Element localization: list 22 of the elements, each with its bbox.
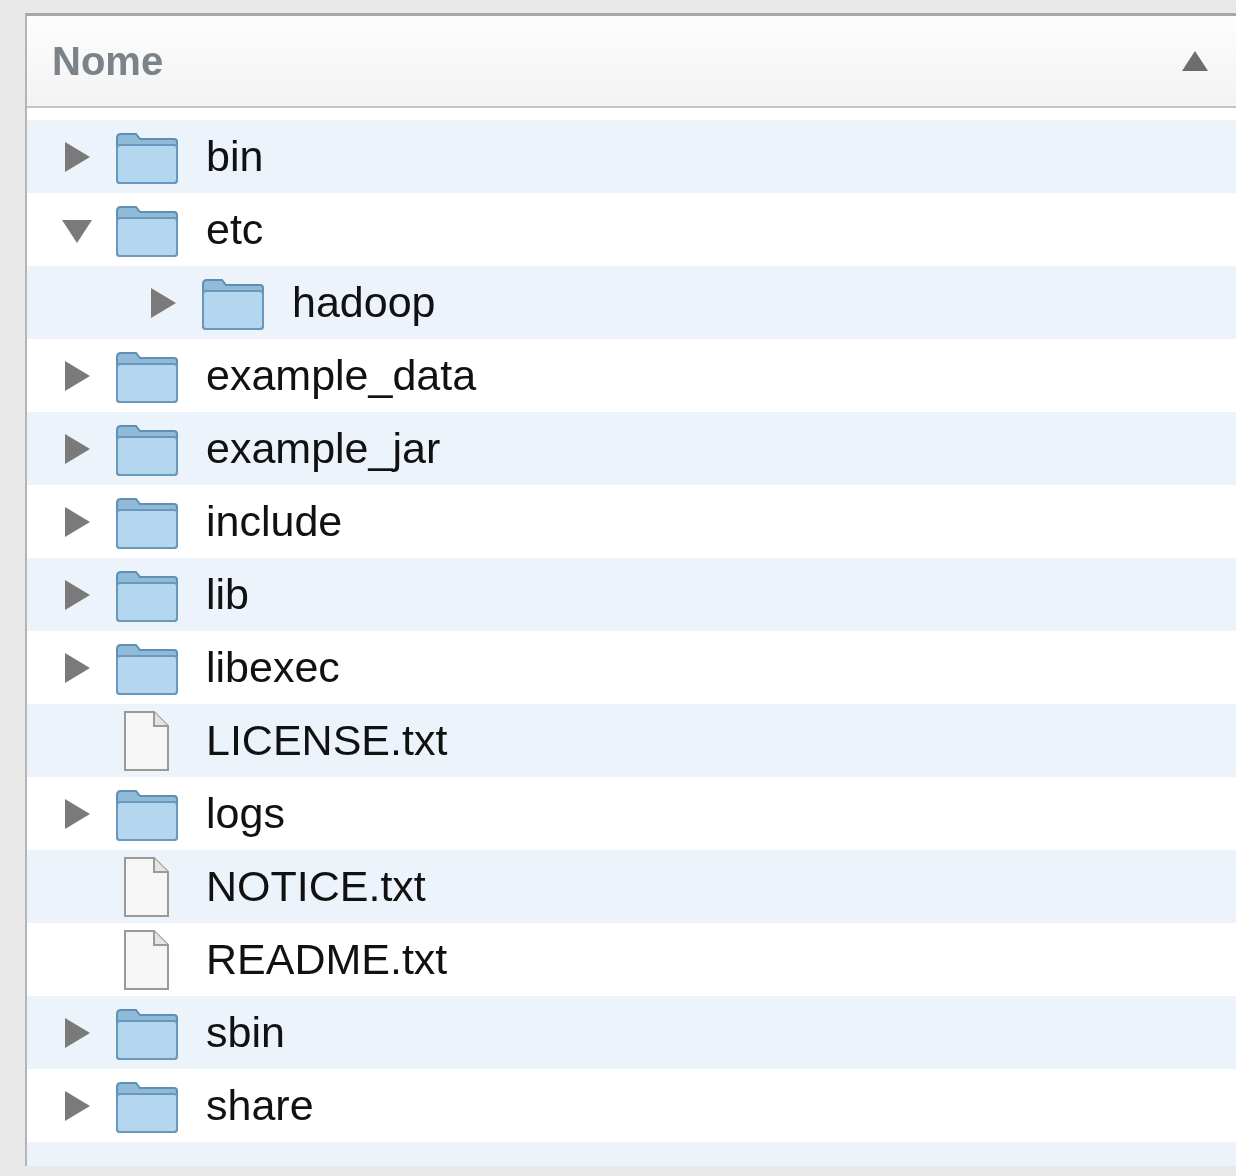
file-name: example_data bbox=[206, 351, 477, 400]
file-row[interactable]: example_jar bbox=[27, 412, 1236, 485]
file-name: LICENSE.txt bbox=[206, 716, 448, 765]
file-row[interactable]: bin bbox=[27, 120, 1236, 193]
file-name: NOTICE.txt bbox=[206, 862, 426, 911]
file-name: bin bbox=[206, 132, 264, 181]
column-title: Nome bbox=[52, 38, 164, 84]
file-name: lib bbox=[206, 570, 250, 619]
file-name: include bbox=[206, 497, 343, 546]
file-row[interactable]: LICENSE.txt bbox=[27, 704, 1236, 777]
file-row[interactable]: NOTICE.txt bbox=[27, 850, 1236, 923]
file-name: logs bbox=[206, 789, 285, 838]
file-name: sbin bbox=[206, 1008, 285, 1057]
file-name: hadoop bbox=[292, 278, 436, 327]
file-name: libexec bbox=[206, 643, 340, 692]
file-name: share bbox=[206, 1081, 314, 1130]
file-row[interactable]: hadoop bbox=[27, 266, 1236, 339]
file-name: example_jar bbox=[206, 424, 441, 473]
file-row[interactable]: lib bbox=[27, 558, 1236, 631]
file-row[interactable]: sbin bbox=[27, 996, 1236, 1069]
file-name: README.txt bbox=[206, 935, 448, 984]
file-name: etc bbox=[206, 205, 264, 254]
